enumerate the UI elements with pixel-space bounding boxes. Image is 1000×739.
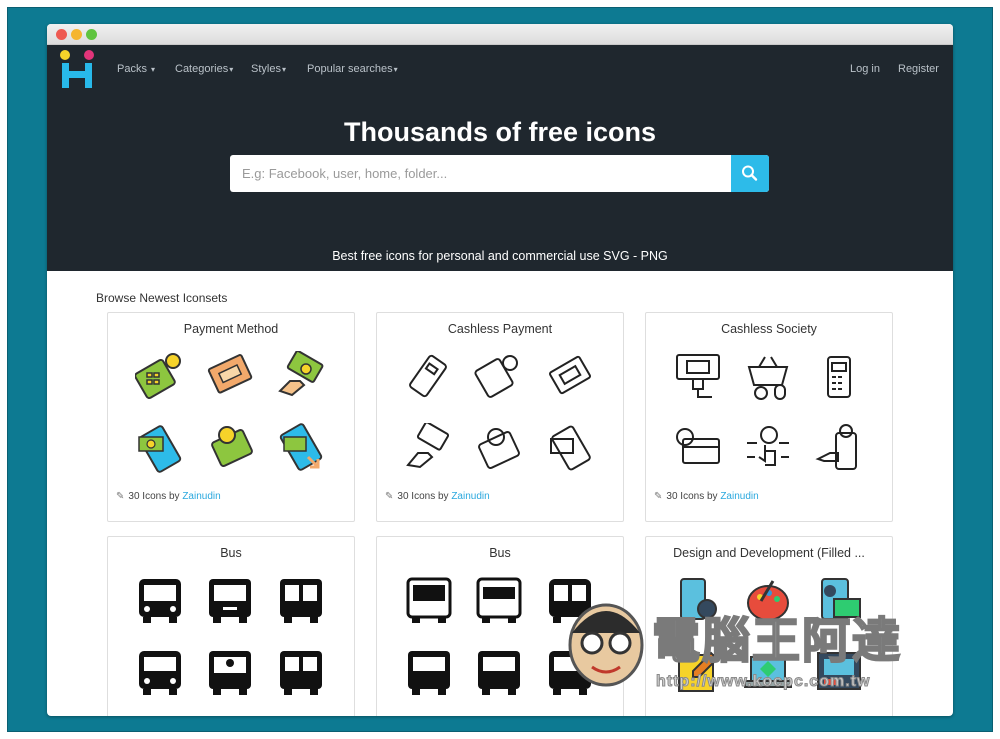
iconset-card-bus-2[interactable]: Bus (376, 536, 624, 716)
nav-styles-label: Styles (251, 63, 281, 75)
credit-card-coin-icon (676, 428, 720, 464)
card-title: Cashless Payment (447, 322, 553, 336)
nav-packs[interactable]: Packs ▾ (117, 63, 155, 75)
search-icon (742, 165, 758, 181)
pos-machine-icon (676, 354, 720, 398)
card-title: Design and Development (Filled ... (673, 546, 865, 560)
search-button[interactable] (731, 155, 769, 192)
site-logo-icon[interactable] (59, 49, 95, 89)
iconset-card-cashless-society[interactable]: Cashless Society ✎ 30 Icons by Zainudin (645, 312, 893, 522)
icon-count: 30 Icons by (397, 491, 449, 502)
bus-front-icon (209, 579, 251, 623)
nav-styles[interactable]: Styles▾ (251, 63, 286, 75)
close-window-button[interactable] (56, 29, 67, 40)
bus-front-icon (408, 651, 450, 695)
iconset-card-bus[interactable]: Bus (107, 536, 355, 716)
pen-icon: ✎ (654, 491, 663, 502)
receipt-icon (207, 354, 253, 394)
bus-driver-icon (209, 651, 251, 695)
window-titlebar (47, 24, 953, 45)
notepad-icon (678, 651, 719, 692)
iconset-card-cashless-payment[interactable]: Cashless Payment ✎ 30 Icons by Zainudin (376, 312, 624, 522)
bus-front-icon (549, 579, 591, 623)
card-title: Payment Method (183, 322, 279, 336)
touch-coin-icon (747, 426, 789, 466)
chevron-down-icon: ▾ (393, 65, 398, 74)
minimize-window-button[interactable] (71, 29, 82, 40)
mobile-transfer-icon (279, 423, 323, 471)
nav-packs-label: Packs (117, 63, 147, 75)
browser-window: Packs ▾ Categories▾ Styles▾ Popular sear… (47, 24, 953, 716)
palette-icon (747, 580, 789, 621)
bus-front-icon (549, 651, 591, 695)
card-footer: ✎ 30 Icons by Zainudin (654, 491, 759, 502)
card-footer: ✎ 30 Icons by Zainudin (385, 491, 490, 502)
card-title: Bus (489, 546, 511, 560)
bus-front-icon (406, 577, 452, 623)
iconset-card-design-development[interactable]: Design and Development (Filled ... (645, 536, 893, 716)
nav-popular-label: Popular searches (307, 63, 393, 75)
hero-header: Packs ▾ Categories▾ Styles▾ Popular sear… (47, 45, 953, 271)
mobile-code-icon (821, 578, 861, 620)
wallet-coin-outline-icon (478, 428, 520, 469)
mobile-hand-coin-icon (815, 424, 857, 470)
author-link[interactable]: Zainudin (451, 491, 489, 502)
cash-hand-icon (278, 351, 324, 397)
nav-popular-searches[interactable]: Popular searches▾ (307, 63, 398, 75)
icon-count: 30 Icons by (128, 491, 180, 502)
bus-front-icon (280, 579, 322, 623)
iconset-card-payment-method[interactable]: Payment Method ✎ 30 Icons by Zainudin (107, 312, 355, 522)
card-title: Bus (220, 546, 242, 560)
card-footer: ✎ 30 Icons by Zainudin (116, 491, 221, 502)
calculator-coin-icon (474, 355, 518, 398)
chevron-down-icon: ▾ (281, 65, 286, 74)
search-bar (230, 155, 769, 192)
register-link[interactable]: Register (898, 63, 939, 75)
mobile-settings-icon (680, 578, 717, 620)
pen-icon: ✎ (116, 491, 125, 502)
card-reader-icon (827, 356, 851, 398)
card-terminal-icon (409, 354, 447, 398)
mobile-payment-icon (138, 425, 182, 473)
laptop-diamond-icon (744, 656, 792, 688)
maximize-window-button[interactable] (86, 29, 97, 40)
bus-front-icon (478, 651, 520, 695)
chevron-down-icon: ▾ (229, 65, 234, 74)
author-link[interactable]: Zainudin (182, 491, 220, 502)
hero-subtitle: Best free icons for personal and commerc… (332, 249, 668, 263)
basket-icon (747, 356, 789, 400)
card-title: Cashless Society (721, 322, 817, 336)
author-link[interactable]: Zainudin (720, 491, 758, 502)
bus-front-icon (280, 651, 322, 695)
pen-icon: ✎ (385, 491, 394, 502)
chevron-down-icon: ▾ (151, 65, 156, 74)
bus-front-icon (139, 651, 181, 695)
hero-title: Thousands of free icons (343, 117, 657, 147)
nav-categories[interactable]: Categories▾ (175, 63, 233, 75)
mobile-cash-outline-icon (550, 425, 591, 471)
design-board-icon (817, 652, 861, 690)
hand-cash-outline-icon (406, 423, 450, 469)
mobile-coin-icon (211, 426, 253, 467)
search-input[interactable] (230, 155, 731, 192)
bus-front-icon (139, 579, 181, 623)
section-title: Browse Newest Iconsets (96, 291, 228, 305)
card-payment-icon (135, 353, 181, 400)
receipt-outline-icon (549, 355, 591, 395)
nav-categories-label: Categories (175, 63, 229, 75)
icon-count: 30 Icons by (666, 491, 718, 502)
login-link[interactable]: Log in (850, 63, 880, 75)
bus-front-icon (476, 577, 522, 623)
